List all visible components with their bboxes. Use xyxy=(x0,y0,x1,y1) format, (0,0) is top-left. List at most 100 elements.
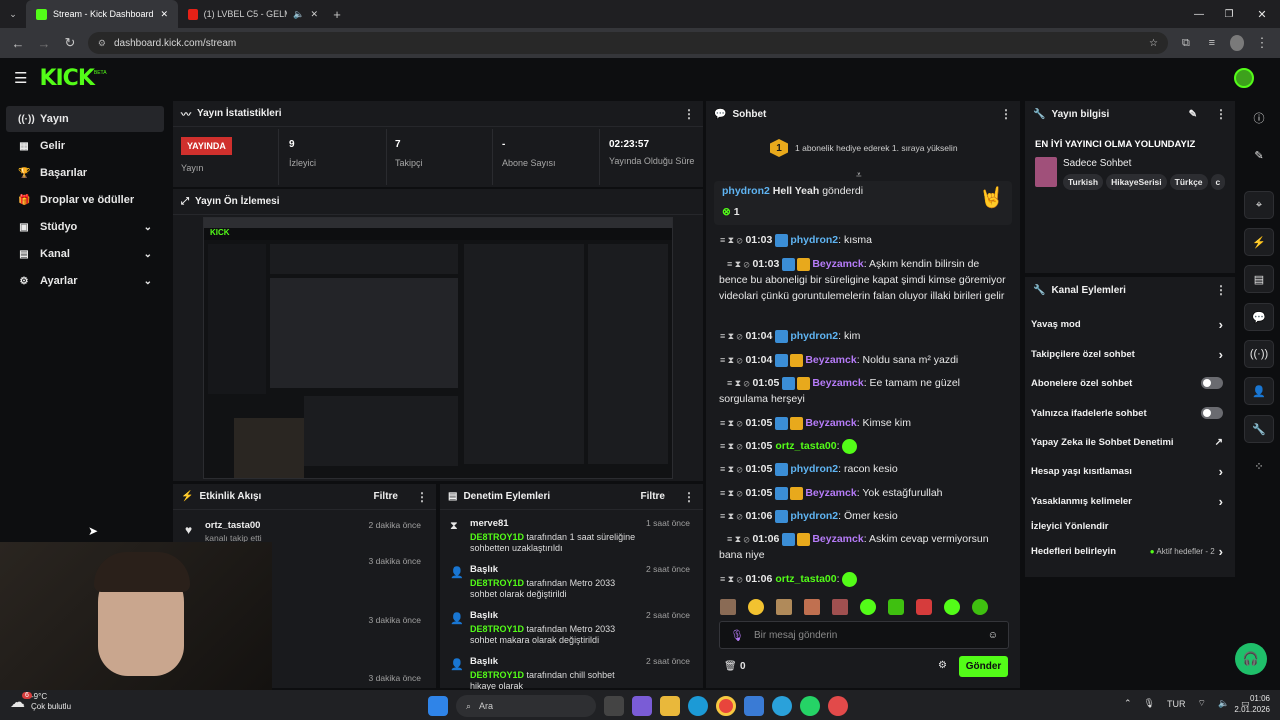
emote-icon[interactable] xyxy=(944,599,960,615)
channel-action-goals[interactable]: Hedefleri belirleyin ● Aktif hedefler - 2… xyxy=(1031,538,1223,564)
browser-menu-icon[interactable]: ⋮ xyxy=(1254,35,1270,51)
tag[interactable]: HikayeSerisi xyxy=(1106,174,1167,190)
microphone-icon[interactable]: 🎙 xyxy=(730,629,744,642)
address-bar[interactable]: ⚙ dashboard.kick.com/stream ☆ xyxy=(87,32,1168,54)
filter-button[interactable]: Filtre xyxy=(641,491,665,502)
sidebar-item-ayarlar[interactable]: ⚙ Ayarlar ⌄ xyxy=(6,268,164,294)
message-user[interactable]: phydron2 xyxy=(790,330,838,342)
message-user[interactable]: phydron2 xyxy=(790,510,838,522)
emote-icon[interactable] xyxy=(748,599,764,615)
drag-icon[interactable]: ≡ ⧗ ⊘ xyxy=(720,464,742,474)
message-user[interactable]: ortz_tasta00 xyxy=(775,440,836,452)
forward-icon[interactable]: → xyxy=(36,36,52,51)
channel-action-ai-moderation[interactable]: Yapay Zeka ile Sohbet Denetimi ↗ xyxy=(1031,429,1223,455)
emote-icon[interactable] xyxy=(832,599,848,615)
emote-icon[interactable] xyxy=(804,599,820,615)
channel-action-banned-words[interactable]: Yasaklanmış kelimeler › xyxy=(1031,488,1223,514)
category-name[interactable]: Sadece Sohbet xyxy=(1063,158,1131,169)
whatsapp-icon[interactable] xyxy=(800,696,820,716)
minimize-icon[interactable]: — xyxy=(1184,9,1214,20)
drag-icon[interactable]: ≡ ⧗ ⊘ xyxy=(720,355,742,365)
emote-icon[interactable] xyxy=(776,599,792,615)
file-explorer-icon[interactable] xyxy=(660,696,680,716)
rail-edit-icon[interactable]: ✎ xyxy=(1244,141,1274,169)
tag[interactable]: c xyxy=(1210,174,1226,190)
kick-logo[interactable]: KICK xyxy=(39,66,94,91)
message-user[interactable]: phydron2 xyxy=(790,463,838,475)
store-icon[interactable] xyxy=(744,696,764,716)
channel-action-followers-only[interactable]: Takipçilere özel sohbet › xyxy=(1031,341,1223,367)
bookmark-star-icon[interactable]: ☆ xyxy=(1149,38,1158,49)
subscribers-only-toggle[interactable] xyxy=(1201,377,1223,389)
copilot-icon[interactable] xyxy=(632,696,652,716)
drag-icon[interactable]: ≡ ⧗ ⊘ xyxy=(720,574,742,584)
channel-action-raid[interactable]: İzleyici Yönlendir xyxy=(1031,513,1223,539)
rail-capture-icon[interactable]: ⌖ xyxy=(1244,191,1274,219)
drag-icon[interactable]: ≡ ⧗ ⊘ xyxy=(720,441,742,451)
filter-button[interactable]: Filtre xyxy=(374,491,398,502)
sidebar-item-basarilar[interactable]: 🏆 Başarılar xyxy=(6,160,164,186)
drag-icon[interactable]: ≡ ⧗ ⊘ xyxy=(727,534,749,544)
tab-search-icon[interactable]: ⌄ xyxy=(4,9,22,20)
more-options-icon[interactable]: ⋮ xyxy=(683,107,695,121)
rail-apps-icon[interactable]: ⁘ xyxy=(1244,452,1274,480)
message-user[interactable]: Beyzamck xyxy=(812,258,863,270)
app-icon[interactable] xyxy=(828,696,848,716)
audio-icon[interactable]: 🔈 xyxy=(293,9,304,20)
tray-language[interactable]: TUR xyxy=(1167,699,1186,709)
tray-mic-icon[interactable]: 🎙 xyxy=(1144,698,1155,709)
tab-youtube[interactable]: (1) LVBEL C5 - GELMEZSEN 🔈 ✕ xyxy=(178,0,328,28)
new-tab-icon[interactable]: + xyxy=(328,7,346,22)
sidebar-item-gelir[interactable]: ▦ Gelir xyxy=(6,133,164,159)
channel-action-emotes-only[interactable]: Yalnızca ifadelerle sohbet xyxy=(1031,400,1223,426)
tray-chevron-icon[interactable]: ⌃ xyxy=(1124,698,1132,709)
rail-user-icon[interactable]: 👤 xyxy=(1244,377,1274,405)
message-user[interactable]: Beyzamck xyxy=(812,533,863,545)
channel-action-account-age[interactable]: Hesap yaşı kısıtlaması › xyxy=(1031,458,1223,484)
clock[interactable]: 01:06 2.01.2026 xyxy=(1214,693,1270,715)
more-options-icon[interactable]: ⋮ xyxy=(1215,107,1227,121)
sidebar-item-kanal[interactable]: ▤ Kanal ⌄ xyxy=(6,241,164,267)
send-button[interactable]: Gönder xyxy=(959,656,1008,677)
task-view-icon[interactable] xyxy=(604,696,624,716)
emotes-only-toggle[interactable] xyxy=(1201,407,1223,419)
taskbar-search[interactable]: ⌕ Ara xyxy=(456,695,596,717)
user-avatar[interactable] xyxy=(1234,68,1254,88)
message-user[interactable]: ortz_tasta00 xyxy=(775,573,836,585)
weather-widget[interactable]: ☁ 6 -9°C Çok bulutlu xyxy=(10,692,71,712)
emote-icon[interactable] xyxy=(720,599,736,615)
sidebar-item-studyo[interactable]: ▣ Stüdyo ⌄ xyxy=(6,214,164,240)
telegram-icon[interactable] xyxy=(772,696,792,716)
pinned-user[interactable]: phydron2 xyxy=(722,185,770,197)
reading-list-icon[interactable]: ≡ xyxy=(1204,37,1220,49)
drag-icon[interactable]: ≡ ⧗ ⊘ xyxy=(720,511,742,521)
emoji-icon[interactable]: ☺ xyxy=(988,630,998,641)
extensions-icon[interactable]: ⧉ xyxy=(1178,37,1194,50)
drag-icon[interactable]: ≡ ⧗ ⊘ xyxy=(720,331,742,341)
rail-broadcast-icon[interactable]: ((·)) xyxy=(1244,340,1274,368)
tray-wifi-icon[interactable]: ⌔ xyxy=(1197,698,1205,709)
chat-input[interactable]: 🎙 Bir mesaj gönderin ☺ xyxy=(719,621,1009,649)
message-user[interactable]: Beyzamck xyxy=(805,354,856,366)
channel-action-slow-mode[interactable]: Yavaş mod › xyxy=(1031,311,1223,337)
more-options-icon[interactable]: ⋮ xyxy=(683,490,695,504)
restore-icon[interactable]: ❐ xyxy=(1214,9,1244,20)
close-tab-icon[interactable]: ✕ xyxy=(310,9,318,20)
emote-icon[interactable] xyxy=(888,599,904,615)
windows-start-icon[interactable] xyxy=(428,696,448,716)
site-info-icon[interactable]: ⚙ xyxy=(98,38,106,49)
reload-icon[interactable]: ↻ xyxy=(62,35,78,51)
more-options-icon[interactable]: ⋮ xyxy=(1000,107,1012,121)
message-user[interactable]: Beyzamck xyxy=(805,487,856,499)
stream-preview-video[interactable]: KICK xyxy=(203,217,673,479)
emote-icon[interactable] xyxy=(860,599,876,615)
profile-avatar[interactable] xyxy=(1229,35,1245,51)
sidebar-item-droplar[interactable]: 🎁 Droplar ve ödüller xyxy=(6,187,164,213)
drag-icon[interactable]: ≡ ⧗ ⊘ xyxy=(720,418,742,428)
chat-settings-icon[interactable]: ⚙ xyxy=(938,660,947,671)
message-user[interactable]: Beyzamck xyxy=(812,377,863,389)
drag-icon[interactable]: ≡ ⧗ ⊘ xyxy=(720,488,742,498)
gift-banner[interactable]: 1 1 abonelik hediye ederek 1. sıraya yük… xyxy=(770,139,958,157)
drag-icon[interactable]: ≡ ⧗ ⊘ xyxy=(720,235,742,245)
rail-chat-icon[interactable]: 💬 xyxy=(1244,303,1274,331)
